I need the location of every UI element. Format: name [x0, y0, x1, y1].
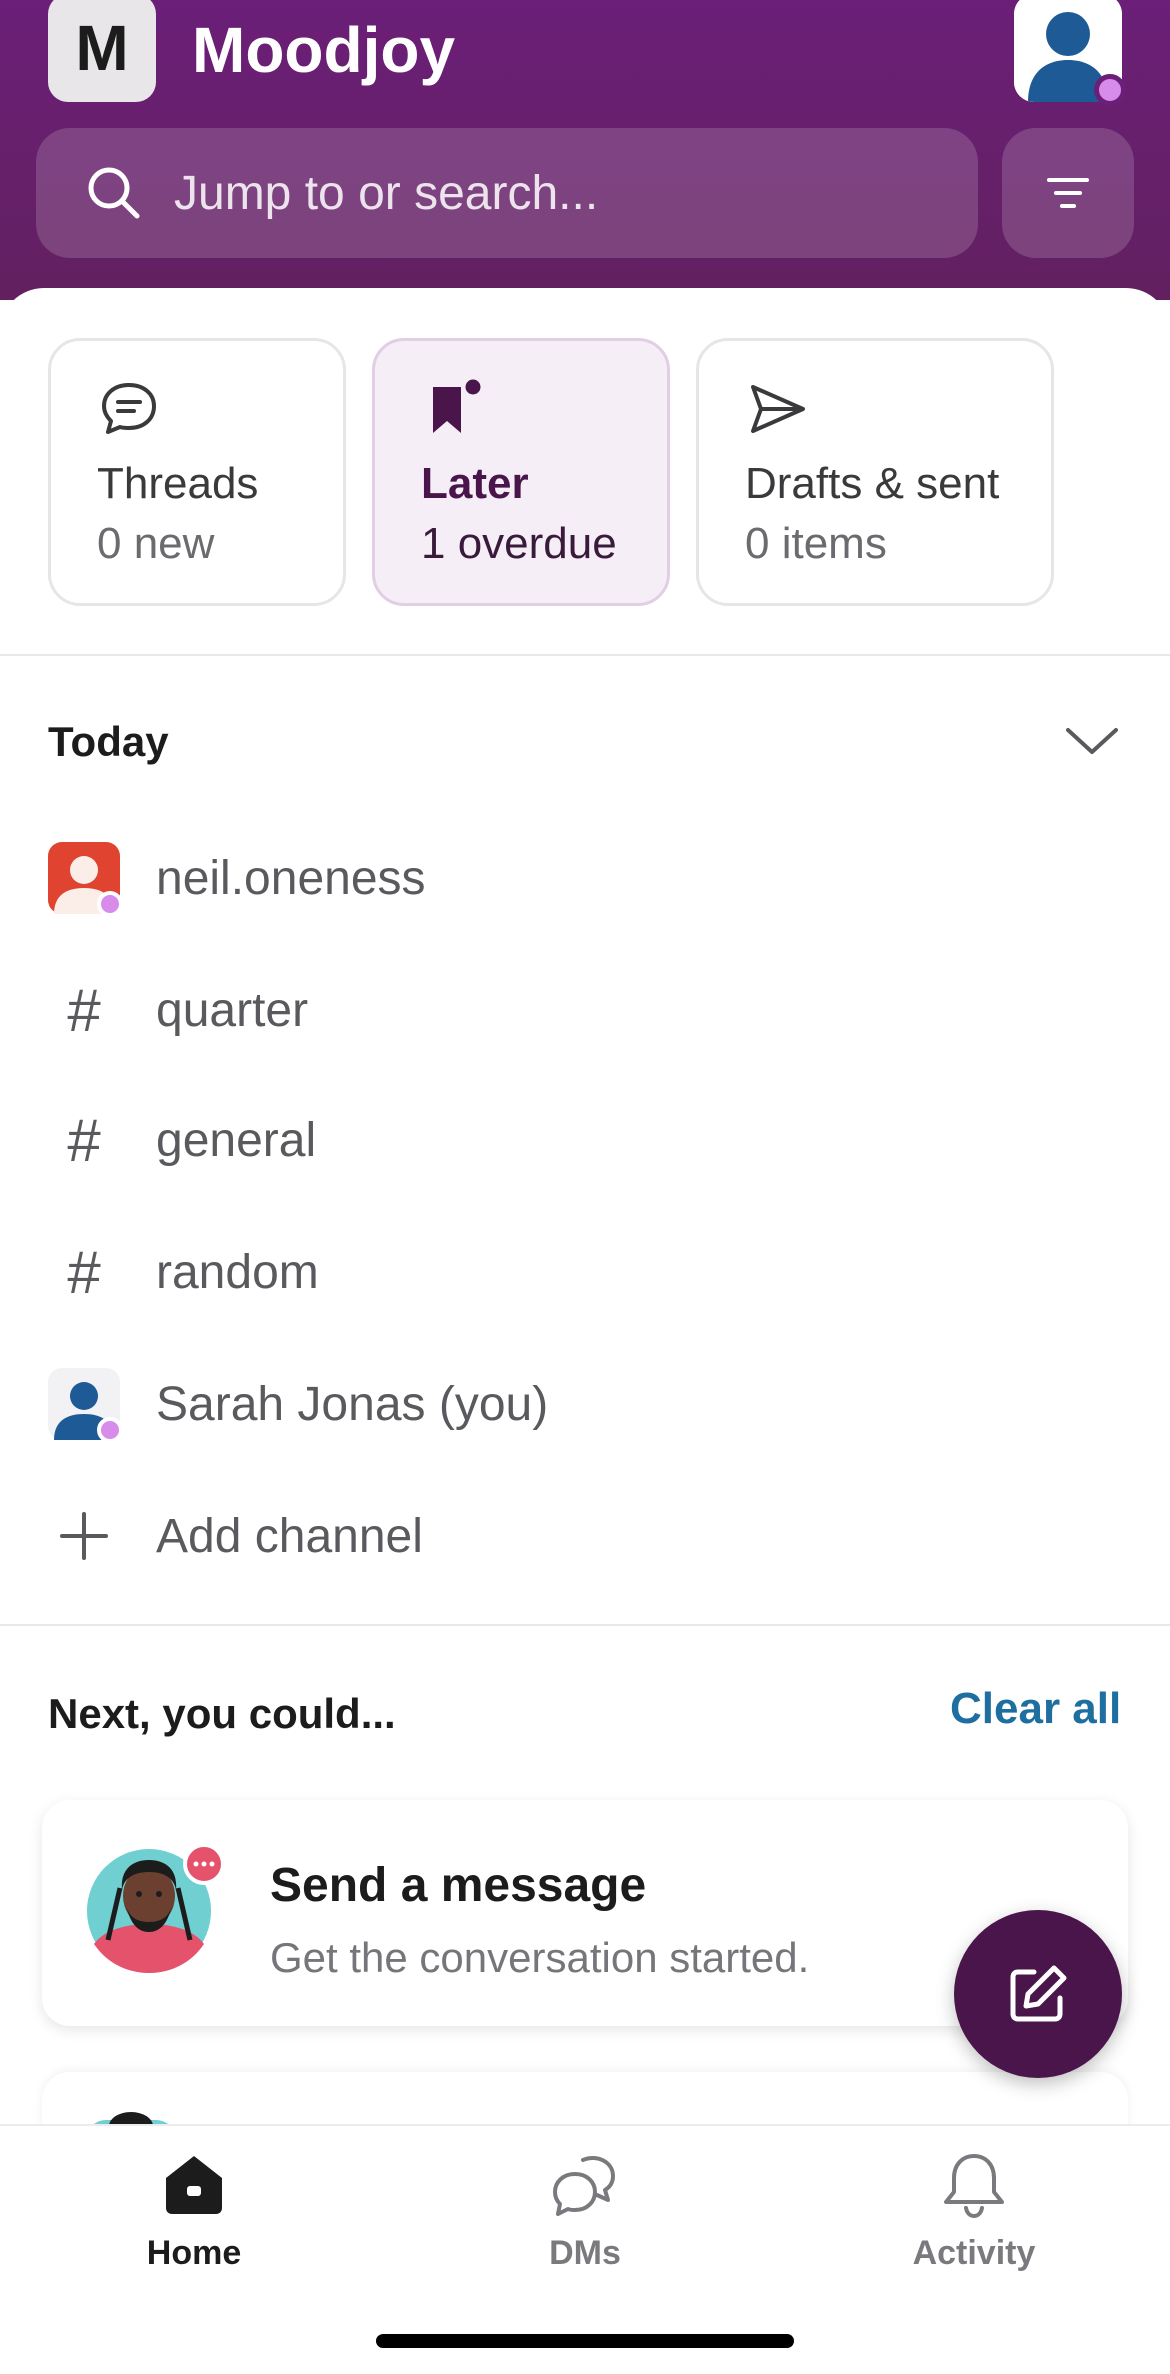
- divider: [0, 1624, 1170, 1626]
- search-placeholder: Jump to or search...: [174, 166, 599, 220]
- list-item-random[interactable]: # random: [0, 1212, 1170, 1332]
- filter-button[interactable]: [1002, 128, 1134, 258]
- list-item-label: neil.oneness: [156, 851, 426, 905]
- clear-all-link[interactable]: Clear all: [950, 1684, 1121, 1734]
- drafts-subtitle: 0 items: [745, 519, 887, 568]
- home-icon: [166, 2156, 222, 2214]
- today-title: Today: [48, 718, 169, 765]
- list-item-label: general: [156, 1113, 317, 1167]
- drafts-sent-card[interactable]: Drafts & sent 0 items: [696, 338, 1054, 606]
- workspace-name[interactable]: Moodjoy: [192, 10, 455, 90]
- nav-label: Home: [146, 2234, 242, 2272]
- hash-icon: #: [67, 976, 101, 1044]
- compose-icon: [1010, 1965, 1067, 2022]
- neil-avatar: [48, 842, 120, 914]
- presence-dot: [1094, 74, 1126, 106]
- list-item-label: quarter: [156, 983, 309, 1037]
- compose-button[interactable]: [954, 1910, 1122, 2078]
- suggestion-subtitle: Get the conversation started.: [270, 1934, 810, 1981]
- list-item-label: random: [156, 1245, 319, 1299]
- nav-dms[interactable]: DMs: [455, 2146, 715, 2296]
- app-header: M Moodjoy Jump to or search...: [0, 0, 1170, 300]
- next-title: Next, you could...: [48, 1690, 396, 1737]
- filter-icon: [1047, 178, 1089, 208]
- search-bar[interactable]: Jump to or search...: [36, 128, 978, 258]
- nav-label: Activity: [912, 2234, 1036, 2272]
- suggestion-title: Send a message: [270, 1859, 647, 1912]
- list-item-quarter[interactable]: # quarter: [0, 950, 1170, 1070]
- nav-label: DMs: [549, 2234, 621, 2272]
- home-indicator: [376, 2334, 794, 2348]
- threads-card[interactable]: Threads 0 new: [48, 338, 346, 606]
- threads-title: Threads: [97, 459, 259, 508]
- list-item-general[interactable]: # general: [0, 1080, 1170, 1200]
- workspace-badge[interactable]: M: [48, 0, 156, 102]
- dms-icon: [553, 2156, 615, 2216]
- workspace-initial: M: [75, 12, 129, 84]
- sarah-avatar: [48, 1368, 120, 1440]
- list-item-neil-oneness[interactable]: neil.oneness: [0, 818, 1170, 938]
- bell-icon: [944, 2154, 1004, 2219]
- threads-icon: [102, 383, 156, 434]
- divider: [0, 654, 1170, 656]
- add-channel-label: Add channel: [156, 1509, 423, 1563]
- chat-badge-icon: [183, 1843, 225, 1885]
- threads-subtitle: 0 new: [97, 519, 215, 568]
- hash-icon: #: [67, 1106, 101, 1174]
- later-title: Later: [421, 459, 529, 508]
- bookmark-icon: [433, 377, 484, 433]
- hash-icon: #: [67, 1238, 101, 1306]
- later-card[interactable]: Later 1 overdue: [372, 338, 670, 606]
- chevron-down-icon[interactable]: [1062, 722, 1122, 762]
- send-icon: [751, 385, 805, 433]
- later-subtitle: 1 overdue: [421, 519, 617, 568]
- list-item-label: Sarah Jonas (you): [156, 1377, 549, 1431]
- avatar-icon: [48, 842, 120, 914]
- avatar-icon: [48, 1368, 120, 1440]
- add-channel-button[interactable]: Add channel: [0, 1476, 1170, 1596]
- search-icon: [88, 167, 140, 219]
- list-item-sarah-jonas[interactable]: Sarah Jonas (you): [0, 1344, 1170, 1464]
- plus-icon: [48, 1500, 120, 1572]
- nav-home[interactable]: Home: [64, 2146, 324, 2296]
- nav-activity[interactable]: Activity: [844, 2146, 1104, 2296]
- drafts-title: Drafts & sent: [745, 459, 1000, 508]
